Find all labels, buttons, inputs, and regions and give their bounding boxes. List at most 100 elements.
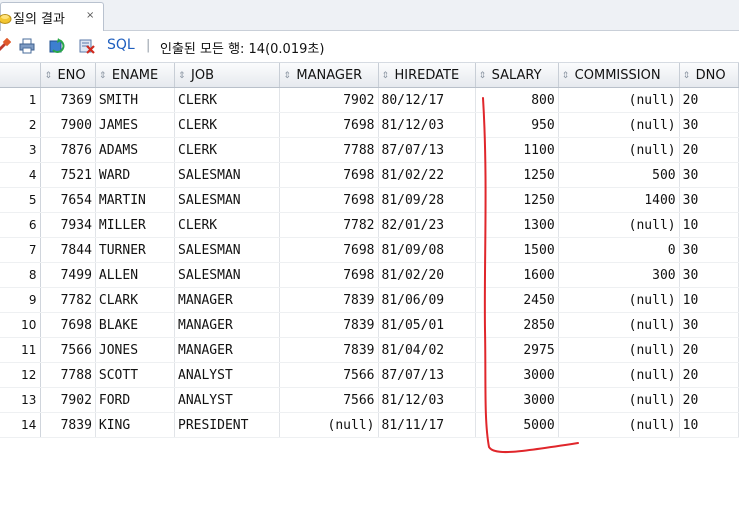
cell-salary[interactable]: 1500 [475, 237, 559, 263]
cell-dno[interactable]: 30 [679, 237, 739, 263]
cell-dno[interactable]: 10 [679, 412, 739, 438]
sort-icon[interactable]: ⇕ [99, 71, 110, 81]
table-row[interactable]: 4 7521 WARD SALESMAN 7698 81/02/22 1250 500 30 [0, 162, 739, 188]
table-row[interactable]: 14 7839 KING PRESIDENT (null) 81/11/17 5000 (nu… [0, 412, 739, 438]
cell-dno[interactable]: 30 [679, 312, 739, 338]
column-header-job[interactable]: ⇕ JOB [174, 63, 281, 88]
column-header-ename[interactable]: ⇕ ENAME [95, 63, 176, 88]
cell-job[interactable]: MANAGER [174, 287, 281, 313]
column-header-commission[interactable]: ⇕ COMMISSION [558, 63, 680, 88]
print-icon[interactable] [19, 38, 35, 54]
sort-icon[interactable]: ⇕ [44, 71, 55, 81]
cell-manager[interactable]: 7839 [279, 287, 379, 313]
cell-manager[interactable]: 7566 [279, 387, 379, 413]
cell-ename[interactable]: SMITH [95, 87, 176, 113]
cell-dno[interactable]: 30 [679, 112, 739, 138]
cell-job[interactable]: PRESIDENT [174, 412, 281, 438]
sort-icon[interactable]: ⇕ [562, 71, 573, 81]
cell-commission[interactable]: 300 [558, 262, 680, 288]
column-header-eno[interactable]: ⇕ ENO [40, 63, 96, 88]
cell-manager[interactable]: 7698 [279, 262, 379, 288]
sql-link[interactable]: SQL [107, 37, 135, 53]
table-row[interactable]: 11 7566 JONES MANAGER 7839 81/04/02 2975 (null)… [0, 337, 739, 363]
cell-hiredate[interactable]: 81/04/02 [378, 337, 476, 363]
cell-hiredate[interactable]: 81/09/08 [378, 237, 476, 263]
cell-commission[interactable]: (null) [558, 112, 680, 138]
cell-dno[interactable]: 20 [679, 337, 739, 363]
sort-icon[interactable]: ⇕ [283, 71, 294, 81]
cell-manager[interactable]: 7698 [279, 187, 379, 213]
cell-hiredate[interactable]: 81/02/20 [378, 262, 476, 288]
cell-manager[interactable]: 7788 [279, 137, 379, 163]
cell-ename[interactable]: SCOTT [95, 362, 176, 388]
cell-hiredate[interactable]: 81/12/03 [378, 387, 476, 413]
cell-hiredate[interactable]: 81/06/09 [378, 287, 476, 313]
column-header-dno[interactable]: ⇕ DNO [679, 63, 739, 88]
cell-eno[interactable]: 7566 [40, 337, 96, 363]
cell-manager[interactable]: 7698 [279, 112, 379, 138]
cell-ename[interactable]: TURNER [95, 237, 176, 263]
cell-job[interactable]: SALESMAN [174, 187, 281, 213]
cell-hiredate[interactable]: 81/11/17 [378, 412, 476, 438]
cell-manager[interactable]: (null) [279, 412, 379, 438]
cell-commission[interactable]: (null) [558, 287, 680, 313]
cell-commission[interactable]: (null) [558, 137, 680, 163]
cell-manager[interactable]: 7902 [279, 87, 379, 113]
sort-icon[interactable]: ⇕ [382, 71, 393, 81]
cell-dno[interactable]: 30 [679, 187, 739, 213]
cell-eno[interactable]: 7844 [40, 237, 96, 263]
tab-query-result[interactable]: 질의 결과 × [0, 2, 104, 31]
cell-job[interactable]: SALESMAN [174, 262, 281, 288]
cell-job[interactable]: MANAGER [174, 337, 281, 363]
cell-eno[interactable]: 7521 [40, 162, 96, 188]
cell-ename[interactable]: CLARK [95, 287, 176, 313]
cell-dno[interactable]: 30 [679, 162, 739, 188]
cell-commission[interactable]: 1400 [558, 187, 680, 213]
column-header-manager[interactable]: ⇕ MANAGER [279, 63, 379, 88]
cell-eno[interactable]: 7698 [40, 312, 96, 338]
cell-dno[interactable]: 20 [679, 362, 739, 388]
cell-manager[interactable]: 7782 [279, 212, 379, 238]
column-header-hiredate[interactable]: ⇕ HIREDATE [378, 63, 476, 88]
cell-job[interactable]: ANALYST [174, 362, 281, 388]
cell-ename[interactable]: BLAKE [95, 312, 176, 338]
cell-hiredate[interactable]: 81/02/22 [378, 162, 476, 188]
cell-dno[interactable]: 30 [679, 262, 739, 288]
table-row[interactable]: 12 7788 SCOTT ANALYST 7566 87/07/13 3000 (null)… [0, 362, 739, 388]
table-row[interactable]: 13 7902 FORD ANALYST 7566 81/12/03 3000 (null) 2… [0, 387, 739, 413]
cell-job[interactable]: CLERK [174, 137, 281, 163]
cell-salary[interactable]: 950 [475, 112, 559, 138]
cell-eno[interactable]: 7839 [40, 412, 96, 438]
sort-icon[interactable]: ⇕ [178, 71, 189, 81]
cell-eno[interactable]: 7876 [40, 137, 96, 163]
cell-manager[interactable]: 7566 [279, 362, 379, 388]
table-row[interactable]: 7 7844 TURNER SALESMAN 7698 81/09/08 1500 0 30 [0, 237, 739, 263]
cell-ename[interactable]: MILLER [95, 212, 176, 238]
cell-ename[interactable]: ALLEN [95, 262, 176, 288]
sort-icon[interactable]: ⇕ [479, 71, 490, 81]
sort-icon[interactable]: ⇕ [683, 71, 694, 81]
table-row[interactable]: 3 7876 ADAMS CLERK 7788 87/07/13 1100 (null) 20 [0, 137, 739, 163]
cell-commission[interactable]: (null) [558, 312, 680, 338]
cell-hiredate[interactable]: 81/09/28 [378, 187, 476, 213]
table-row[interactable]: 5 7654 MARTIN SALESMAN 7698 81/09/28 1250 1400 3… [0, 187, 739, 213]
cell-ename[interactable]: JAMES [95, 112, 176, 138]
cell-manager[interactable]: 7839 [279, 337, 379, 363]
cell-job[interactable]: SALESMAN [174, 237, 281, 263]
cell-manager[interactable]: 7698 [279, 162, 379, 188]
cell-manager[interactable]: 7839 [279, 312, 379, 338]
cell-salary[interactable]: 2850 [475, 312, 559, 338]
refresh-sql-icon[interactable] [49, 38, 65, 54]
cell-eno[interactable]: 7782 [40, 287, 96, 313]
cell-job[interactable]: CLERK [174, 87, 281, 113]
cell-ename[interactable]: MARTIN [95, 187, 176, 213]
cell-ename[interactable]: WARD [95, 162, 176, 188]
cell-salary[interactable]: 5000 [475, 412, 559, 438]
cell-salary[interactable]: 2975 [475, 337, 559, 363]
cell-dno[interactable]: 20 [679, 387, 739, 413]
cell-job[interactable]: MANAGER [174, 312, 281, 338]
cell-hiredate[interactable]: 81/12/03 [378, 112, 476, 138]
cell-dno[interactable]: 10 [679, 287, 739, 313]
pin-icon[interactable] [0, 38, 11, 54]
table-row[interactable]: 2 7900 JAMES CLERK 7698 81/12/03 950 (null) 30 [0, 112, 739, 138]
